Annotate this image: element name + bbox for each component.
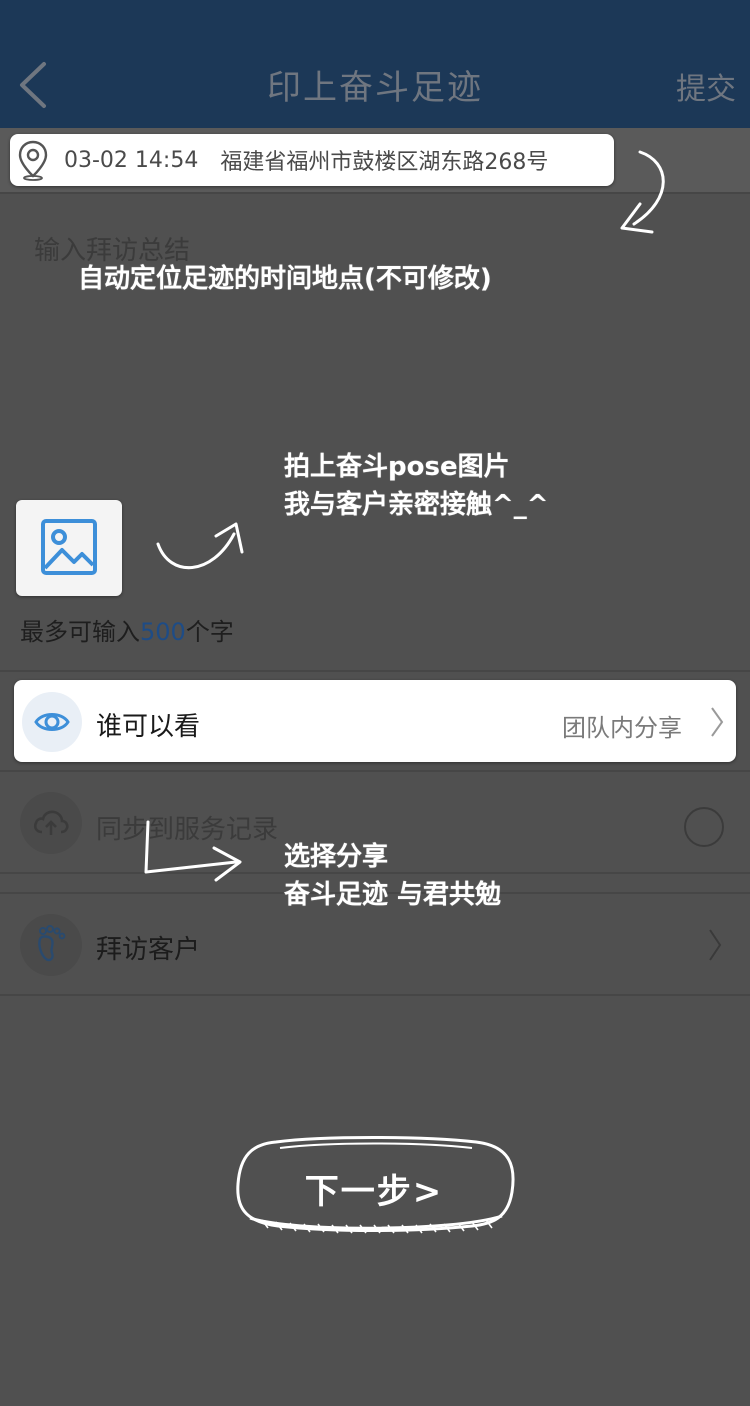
char-limit-text: 最多可输入500个字 [20,618,234,646]
chevron-right-icon [711,707,724,737]
next-step-label: 下一步> [304,1172,444,1212]
footprint-icon [38,925,66,962]
visibility-value: 团队内分享 [562,714,682,742]
nav-header: 印上奋斗足迹 提交 [0,0,750,128]
photo-note-line1: 拍上奋斗pose图片 [284,452,510,482]
eye-icon [34,713,70,731]
share-note-line1: 选择分享 [284,842,389,872]
share-note-line2: 奋斗足迹 与君共勉 [284,880,502,910]
image-icon [41,519,97,575]
page-title: 印上奋斗足迹 [267,68,483,108]
cloud-upload-icon [33,810,69,835]
location-pill: 03-02 14:54 福建省福州市鼓楼区湖东路268号 [10,134,614,186]
sync-radio[interactable] [684,807,724,847]
submit-button[interactable]: 提交 [676,64,736,108]
photo-note-line2: 我与客户亲密接触^_^ [284,490,549,520]
cloud-icon-badge [20,792,82,854]
annotation-arrow [144,820,242,882]
add-photo-button[interactable] [16,500,122,596]
location-pin-icon [18,140,48,181]
location-note: 自动定位足迹的时间地点(不可修改) [78,264,492,294]
annotation-arrow [156,522,244,569]
visibility-row[interactable]: 谁可以看 团队内分享 [14,680,736,762]
divider [0,670,750,672]
location-address: 福建省福州市鼓楼区湖东路268号 [220,150,549,175]
visit-customer-label: 拜访客户 [96,935,201,965]
chevron-right-icon [709,929,722,961]
eye-icon-badge [22,692,82,752]
divider [0,994,750,996]
visibility-label: 谁可以看 [96,712,201,742]
annotation-arrow [620,150,665,234]
next-step-button[interactable]: 下一步> [232,1132,516,1236]
location-time: 03-02 14:54 [64,147,199,173]
footprint-icon-badge [20,914,82,976]
char-limit-count: 500 [140,618,186,646]
